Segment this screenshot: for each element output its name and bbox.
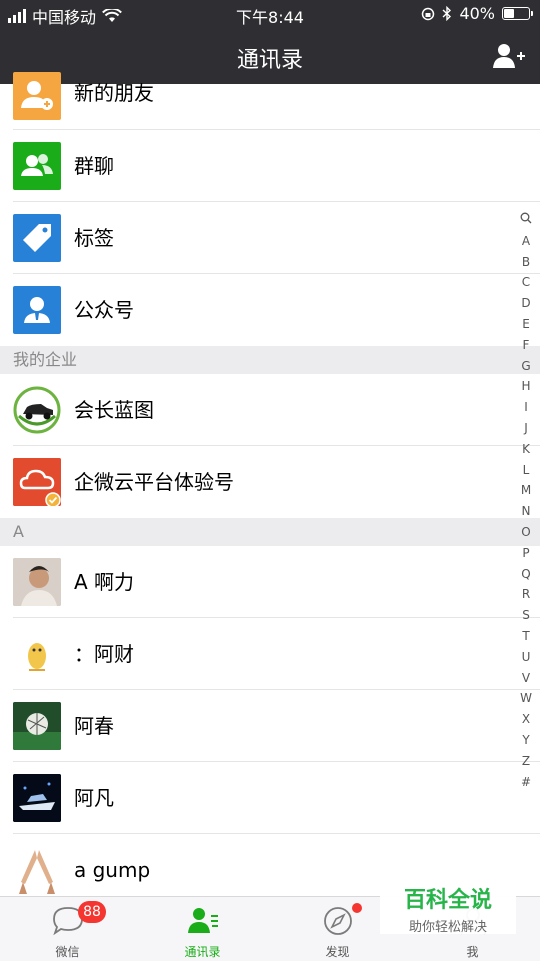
avatar <box>13 386 61 434</box>
row-name: 阿凡 <box>74 786 114 810</box>
index-letter[interactable]: G <box>518 356 534 377</box>
tag-icon <box>13 214 61 262</box>
watermark: 百科全说 助你轻松解决 <box>380 876 516 935</box>
group-chats-row[interactable]: 群聊 <box>0 130 540 202</box>
battery-icon <box>502 7 533 20</box>
index-letter[interactable]: # <box>518 772 534 793</box>
watermark-subtitle: 助你轻松解决 <box>408 920 487 935</box>
tab-label: 我 <box>466 945 479 959</box>
battery-percent: 40% <box>459 4 495 23</box>
tab-label: 微信 <box>55 945 80 959</box>
section-header-enterprise: 我的企业 <box>0 346 540 374</box>
tab-chats[interactable]: 88 微信 <box>0 897 135 961</box>
index-letter[interactable]: W <box>518 688 534 709</box>
official-account-icon <box>13 286 61 334</box>
index-letter[interactable]: A <box>518 231 534 252</box>
index-letter[interactable]: D <box>518 293 534 314</box>
index-letter[interactable]: B <box>518 252 534 273</box>
enterprise-row[interactable]: 企微云平台体验号 <box>0 446 540 518</box>
alphabet-index[interactable]: A B C D E F G H I J K L M N O P Q R S T U V W X Y Z # <box>518 210 534 792</box>
row-name: 公众号 <box>74 298 134 322</box>
unread-badge: 88 <box>78 901 106 923</box>
row-name: ：阿财 <box>74 642 134 666</box>
notification-dot <box>352 903 362 913</box>
contact-row[interactable]: 阿春 <box>0 690 540 762</box>
avatar <box>13 702 61 750</box>
contact-row[interactable]: ：阿财 <box>0 618 540 690</box>
avatar <box>13 458 61 508</box>
index-letter[interactable]: X <box>518 709 534 730</box>
index-letter[interactable]: Z <box>518 751 534 772</box>
bluetooth-icon <box>442 6 452 21</box>
new-friends-row[interactable]: 新的朋友 <box>0 72 540 130</box>
row-name: 群聊 <box>74 154 114 178</box>
index-letter[interactable]: M <box>518 480 534 501</box>
contacts-icon <box>187 908 218 933</box>
rotation-lock-icon <box>422 7 435 20</box>
row-name: A 啊力 <box>74 570 135 594</box>
group-chat-icon <box>13 142 61 190</box>
page-title: 通讯录 <box>236 48 303 73</box>
index-letter[interactable]: O <box>518 522 534 543</box>
index-letter[interactable]: S <box>518 605 534 626</box>
contact-list: 新的朋友 群聊 标签 公众号 我的企业 会长蓝图 企微云平台体验号 A A 啊力… <box>0 72 540 906</box>
index-letter[interactable]: N <box>518 501 534 522</box>
index-letter[interactable]: E <box>518 314 534 335</box>
section-header-a: A <box>0 518 540 546</box>
row-name: 企微云平台体验号 <box>74 470 234 494</box>
avatar <box>13 846 61 894</box>
index-letter[interactable]: K <box>518 439 534 460</box>
tab-contacts[interactable]: 通讯录 <box>135 897 270 961</box>
avatar <box>13 774 61 822</box>
add-friend-icon[interactable] <box>492 42 526 70</box>
avatar <box>13 558 61 606</box>
avatar <box>13 630 61 678</box>
index-letter[interactable]: T <box>518 626 534 647</box>
new-friends-icon <box>13 72 61 120</box>
index-letter[interactable]: J <box>518 418 534 439</box>
contact-row[interactable]: A 啊力 <box>0 546 540 618</box>
tags-row[interactable]: 标签 <box>0 202 540 274</box>
row-name: 新的朋友 <box>74 81 154 105</box>
row-name: 阿春 <box>74 714 114 738</box>
index-letter[interactable]: I <box>518 397 534 418</box>
status-bar: 中国移动 下午8:44 40% <box>0 0 540 28</box>
enterprise-row[interactable]: 会长蓝图 <box>0 374 540 446</box>
compass-icon <box>323 907 352 935</box>
watermark-title: 百科全说 <box>403 888 492 913</box>
tab-label: 通讯录 <box>184 945 221 959</box>
index-search-icon[interactable] <box>518 210 534 231</box>
index-letter[interactable]: Y <box>518 730 534 751</box>
index-letter[interactable]: P <box>518 543 534 564</box>
index-letter[interactable]: C <box>518 272 534 293</box>
index-letter[interactable]: F <box>518 335 534 356</box>
row-name: 标签 <box>74 226 114 250</box>
top-bar: 中国移动 下午8:44 40% 通讯录 <box>0 0 540 84</box>
index-letter[interactable]: V <box>518 668 534 689</box>
index-letter[interactable]: R <box>518 584 534 605</box>
contact-row[interactable]: 阿凡 <box>0 762 540 834</box>
index-letter[interactable]: U <box>518 647 534 668</box>
row-name: 会长蓝图 <box>74 398 154 422</box>
index-letter[interactable]: L <box>518 460 534 481</box>
tab-label: 发现 <box>325 945 350 959</box>
official-accounts-row[interactable]: 公众号 <box>0 274 540 346</box>
index-letter[interactable]: H <box>518 376 534 397</box>
index-letter[interactable]: Q <box>518 564 534 585</box>
